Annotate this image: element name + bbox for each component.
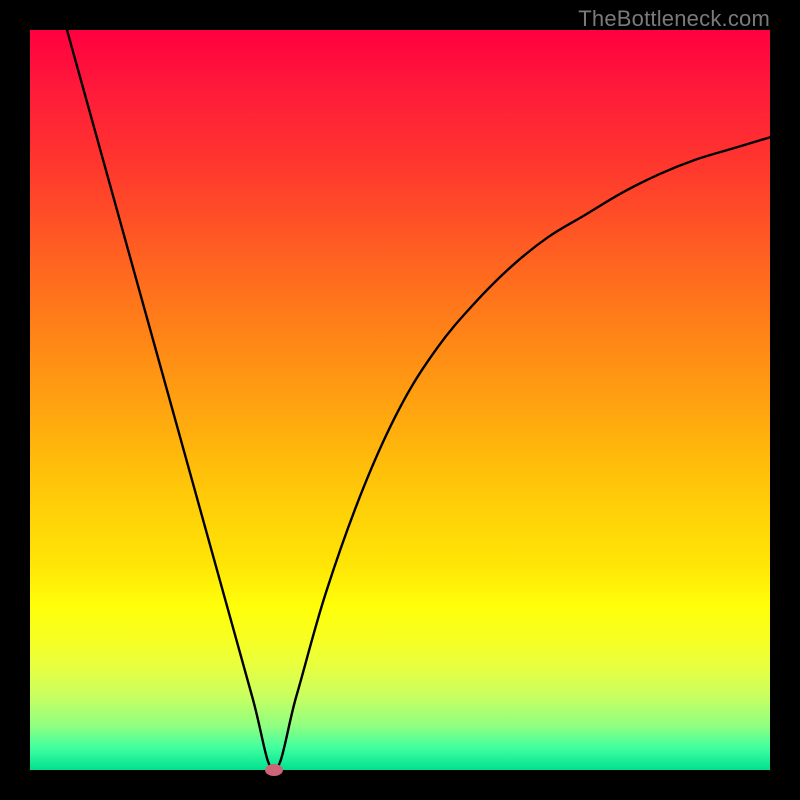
bottleneck-curve [30, 30, 770, 770]
watermark-text: TheBottleneck.com [578, 6, 770, 32]
chart-frame: TheBottleneck.com [0, 0, 800, 800]
minimum-marker [265, 764, 283, 776]
plot-area [30, 30, 770, 770]
